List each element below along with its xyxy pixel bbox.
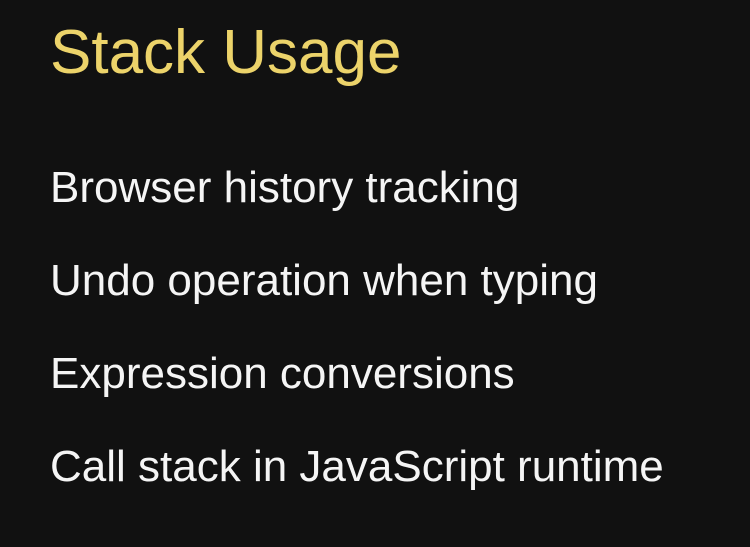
list-item: Call stack in JavaScript runtime bbox=[50, 442, 664, 491]
list-item: Expression conversions bbox=[50, 349, 515, 398]
presentation-slide: Stack Usage Browser history tracking Und… bbox=[0, 0, 750, 547]
list-item: Browser history tracking bbox=[50, 163, 520, 212]
slide-title: Stack Usage bbox=[50, 18, 402, 87]
list-item: Undo operation when typing bbox=[50, 256, 598, 305]
bullet-list: Browser history tracking Undo operation … bbox=[50, 166, 664, 489]
